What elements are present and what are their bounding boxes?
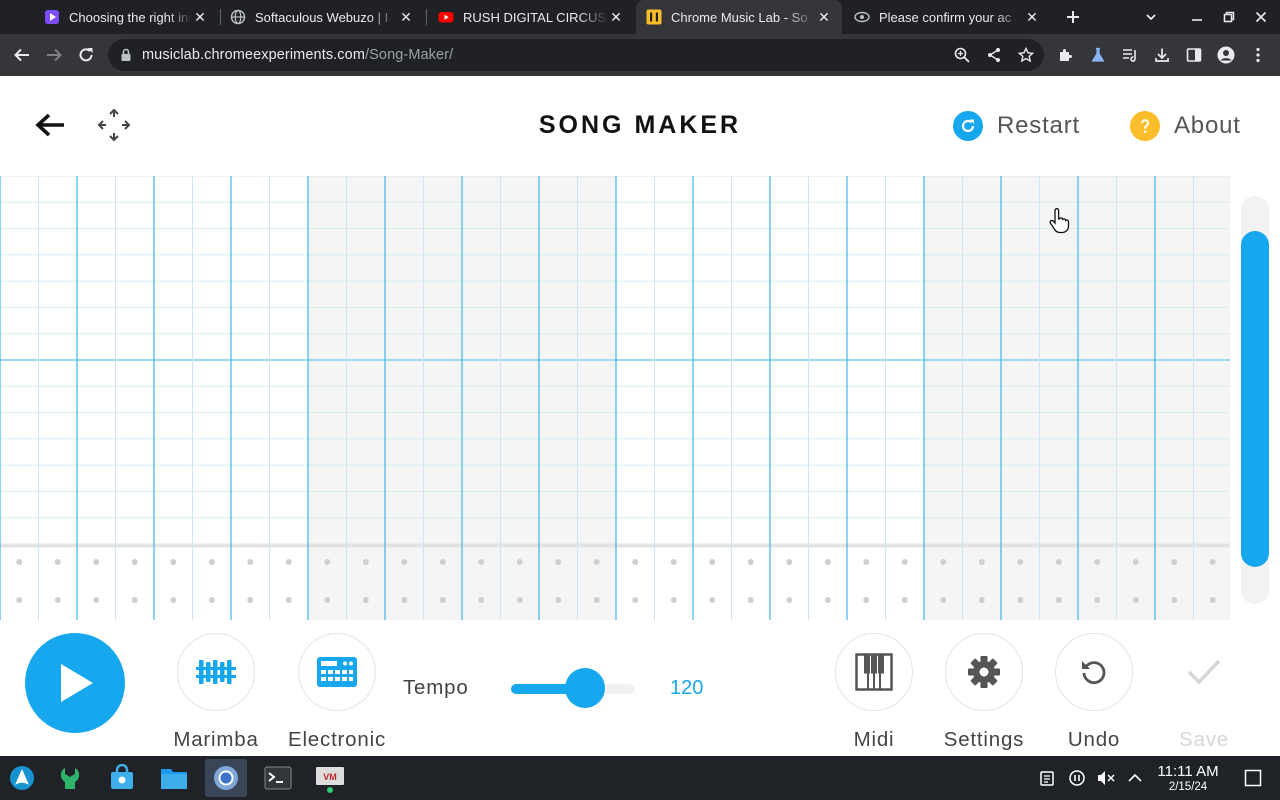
page-title: SONG MAKER	[538, 111, 742, 139]
close-icon[interactable]: ✕	[608, 9, 624, 25]
restart-label: Restart	[997, 112, 1080, 139]
restore-button[interactable]	[1217, 5, 1241, 29]
close-window-button[interactable]	[1249, 5, 1273, 29]
tutorial-play-icon	[44, 9, 60, 25]
show-desktop-icon[interactable]	[1244, 769, 1262, 787]
note-grid-canvas[interactable]	[0, 175, 1233, 620]
save-button[interactable]: Save	[1139, 633, 1269, 752]
tempo-label: Tempo	[403, 676, 469, 699]
marimba-icon	[177, 633, 255, 711]
profile-avatar-icon[interactable]	[1216, 45, 1236, 65]
tab-title: RUSH DIGITAL CIRCUS	[463, 9, 607, 25]
minimize-icon	[1192, 19, 1202, 21]
tab-search-button[interactable]	[1139, 5, 1163, 29]
tab-title: Softaculous Webuzo | I	[255, 9, 389, 25]
share-icon[interactable]	[986, 47, 1002, 63]
tab-title: Chrome Music Lab - So	[671, 9, 808, 25]
save-label: Save	[1179, 728, 1229, 751]
zoom-icon[interactable]	[954, 47, 970, 63]
globe-icon	[230, 9, 246, 25]
about-label: About	[1174, 112, 1241, 139]
checkmark-icon	[1165, 633, 1243, 711]
settings-wrench-icon[interactable]	[54, 762, 86, 794]
app-header: SONG MAKER Restart About	[0, 76, 1280, 176]
back-button[interactable]	[8, 41, 36, 69]
about-button[interactable]: About	[1130, 111, 1241, 141]
new-tab-button[interactable]	[1061, 5, 1085, 29]
reload-icon	[79, 48, 93, 62]
media-pause-icon[interactable]	[1068, 769, 1086, 787]
tab-2[interactable]: Softaculous Webuzo | I ✕	[220, 0, 424, 34]
clock-time: 11:11 AM	[1157, 763, 1219, 780]
files-icon[interactable]	[158, 762, 190, 794]
controls-bar: Marimba Electronic Tempo 120 Midi Settin…	[0, 620, 1280, 756]
undo-icon	[1055, 633, 1133, 711]
tab-title: Please confirm your ac	[879, 9, 1012, 25]
reload-button[interactable]	[72, 41, 100, 69]
labs-flask-icon[interactable]	[1088, 45, 1108, 65]
kebab-menu-icon[interactable]	[1248, 45, 1268, 65]
piano-keys-icon	[835, 633, 913, 711]
svg-text:VM: VM	[323, 772, 337, 782]
clock-date: 2/15/24	[1168, 781, 1208, 793]
instrument-label: Marimba	[173, 728, 259, 751]
taskbar: VM 11:11 AM 2/15/24	[0, 756, 1280, 800]
instrument-button[interactable]: Marimba	[151, 633, 281, 752]
chrome-icon[interactable]	[205, 759, 247, 797]
terminal-icon[interactable]	[262, 762, 294, 794]
bookmark-star-icon[interactable]	[1018, 47, 1034, 63]
music-lab-icon	[646, 9, 662, 25]
tab-3[interactable]: RUSH DIGITAL CIRCUS ✕	[428, 0, 634, 34]
tab-1[interactable]: Choosing the right inst ✕	[34, 0, 218, 34]
eye-mail-icon	[854, 9, 870, 25]
chevron-up-icon[interactable]	[1126, 769, 1144, 787]
restore-icon	[1223, 11, 1235, 23]
extensions-puzzle-icon[interactable]	[1056, 45, 1076, 65]
tab-4-active[interactable]: Chrome Music Lab - So ✕	[636, 0, 842, 34]
drum-machine-icon	[298, 633, 376, 711]
close-icon[interactable]: ✕	[1024, 9, 1040, 25]
percussion-label: Electronic	[287, 728, 386, 751]
restart-button[interactable]: Restart	[953, 111, 1080, 141]
clipboard-icon[interactable]	[1038, 769, 1056, 787]
arrow-right-icon	[47, 48, 62, 62]
tab-title: Choosing the right inst	[69, 9, 192, 25]
tab-5[interactable]: Please confirm your ac ✕	[844, 0, 1050, 34]
minimize-button[interactable]	[1185, 5, 1209, 29]
hand-cursor-icon	[1048, 208, 1070, 239]
browser-toolbar: musiclab.chromeexperiments.com/Song-Make…	[0, 34, 1280, 76]
reading-list-icon[interactable]	[1120, 45, 1140, 65]
store-icon[interactable]	[106, 762, 138, 794]
url-text[interactable]: musiclab.chromeexperiments.com/Song-Make…	[142, 47, 453, 63]
arch-icon[interactable]	[6, 762, 38, 794]
system-clock[interactable]: 11:11 AM 2/15/24	[1148, 764, 1228, 794]
forward-button[interactable]	[40, 41, 68, 69]
close-icon	[1255, 11, 1267, 23]
note-grid[interactable]	[0, 175, 1233, 620]
play-button[interactable]	[25, 633, 125, 733]
close-icon[interactable]: ✕	[816, 9, 832, 25]
restart-icon	[953, 111, 983, 141]
plus-icon	[1067, 11, 1079, 23]
vm-icon[interactable]: VM	[314, 762, 346, 794]
download-icon[interactable]	[1152, 45, 1172, 65]
volume-muted-icon[interactable]	[1097, 769, 1115, 787]
tempo-value: 120	[670, 677, 704, 699]
question-icon	[1130, 111, 1160, 141]
close-icon[interactable]: ✕	[398, 9, 414, 25]
gear-icon	[945, 633, 1023, 711]
play-icon	[61, 664, 93, 702]
arrow-left-icon	[14, 48, 29, 62]
chevron-down-icon	[1146, 14, 1156, 21]
percussion-button[interactable]: Electronic	[272, 633, 402, 752]
tempo-slider-knob[interactable]	[565, 668, 605, 708]
lock-icon[interactable]	[120, 48, 132, 67]
song-maker-page: SONG MAKER Restart About Marimba Electro…	[0, 76, 1280, 756]
address-bar[interactable]: musiclab.chromeexperiments.com/Song-Make…	[108, 39, 1044, 71]
side-panel-icon[interactable]	[1184, 45, 1204, 65]
close-icon[interactable]: ✕	[192, 9, 208, 25]
youtube-icon	[438, 9, 454, 25]
vertical-scrollbar-thumb[interactable]	[1241, 231, 1269, 567]
tab-strip: Choosing the right inst ✕ Softaculous We…	[0, 0, 1280, 34]
